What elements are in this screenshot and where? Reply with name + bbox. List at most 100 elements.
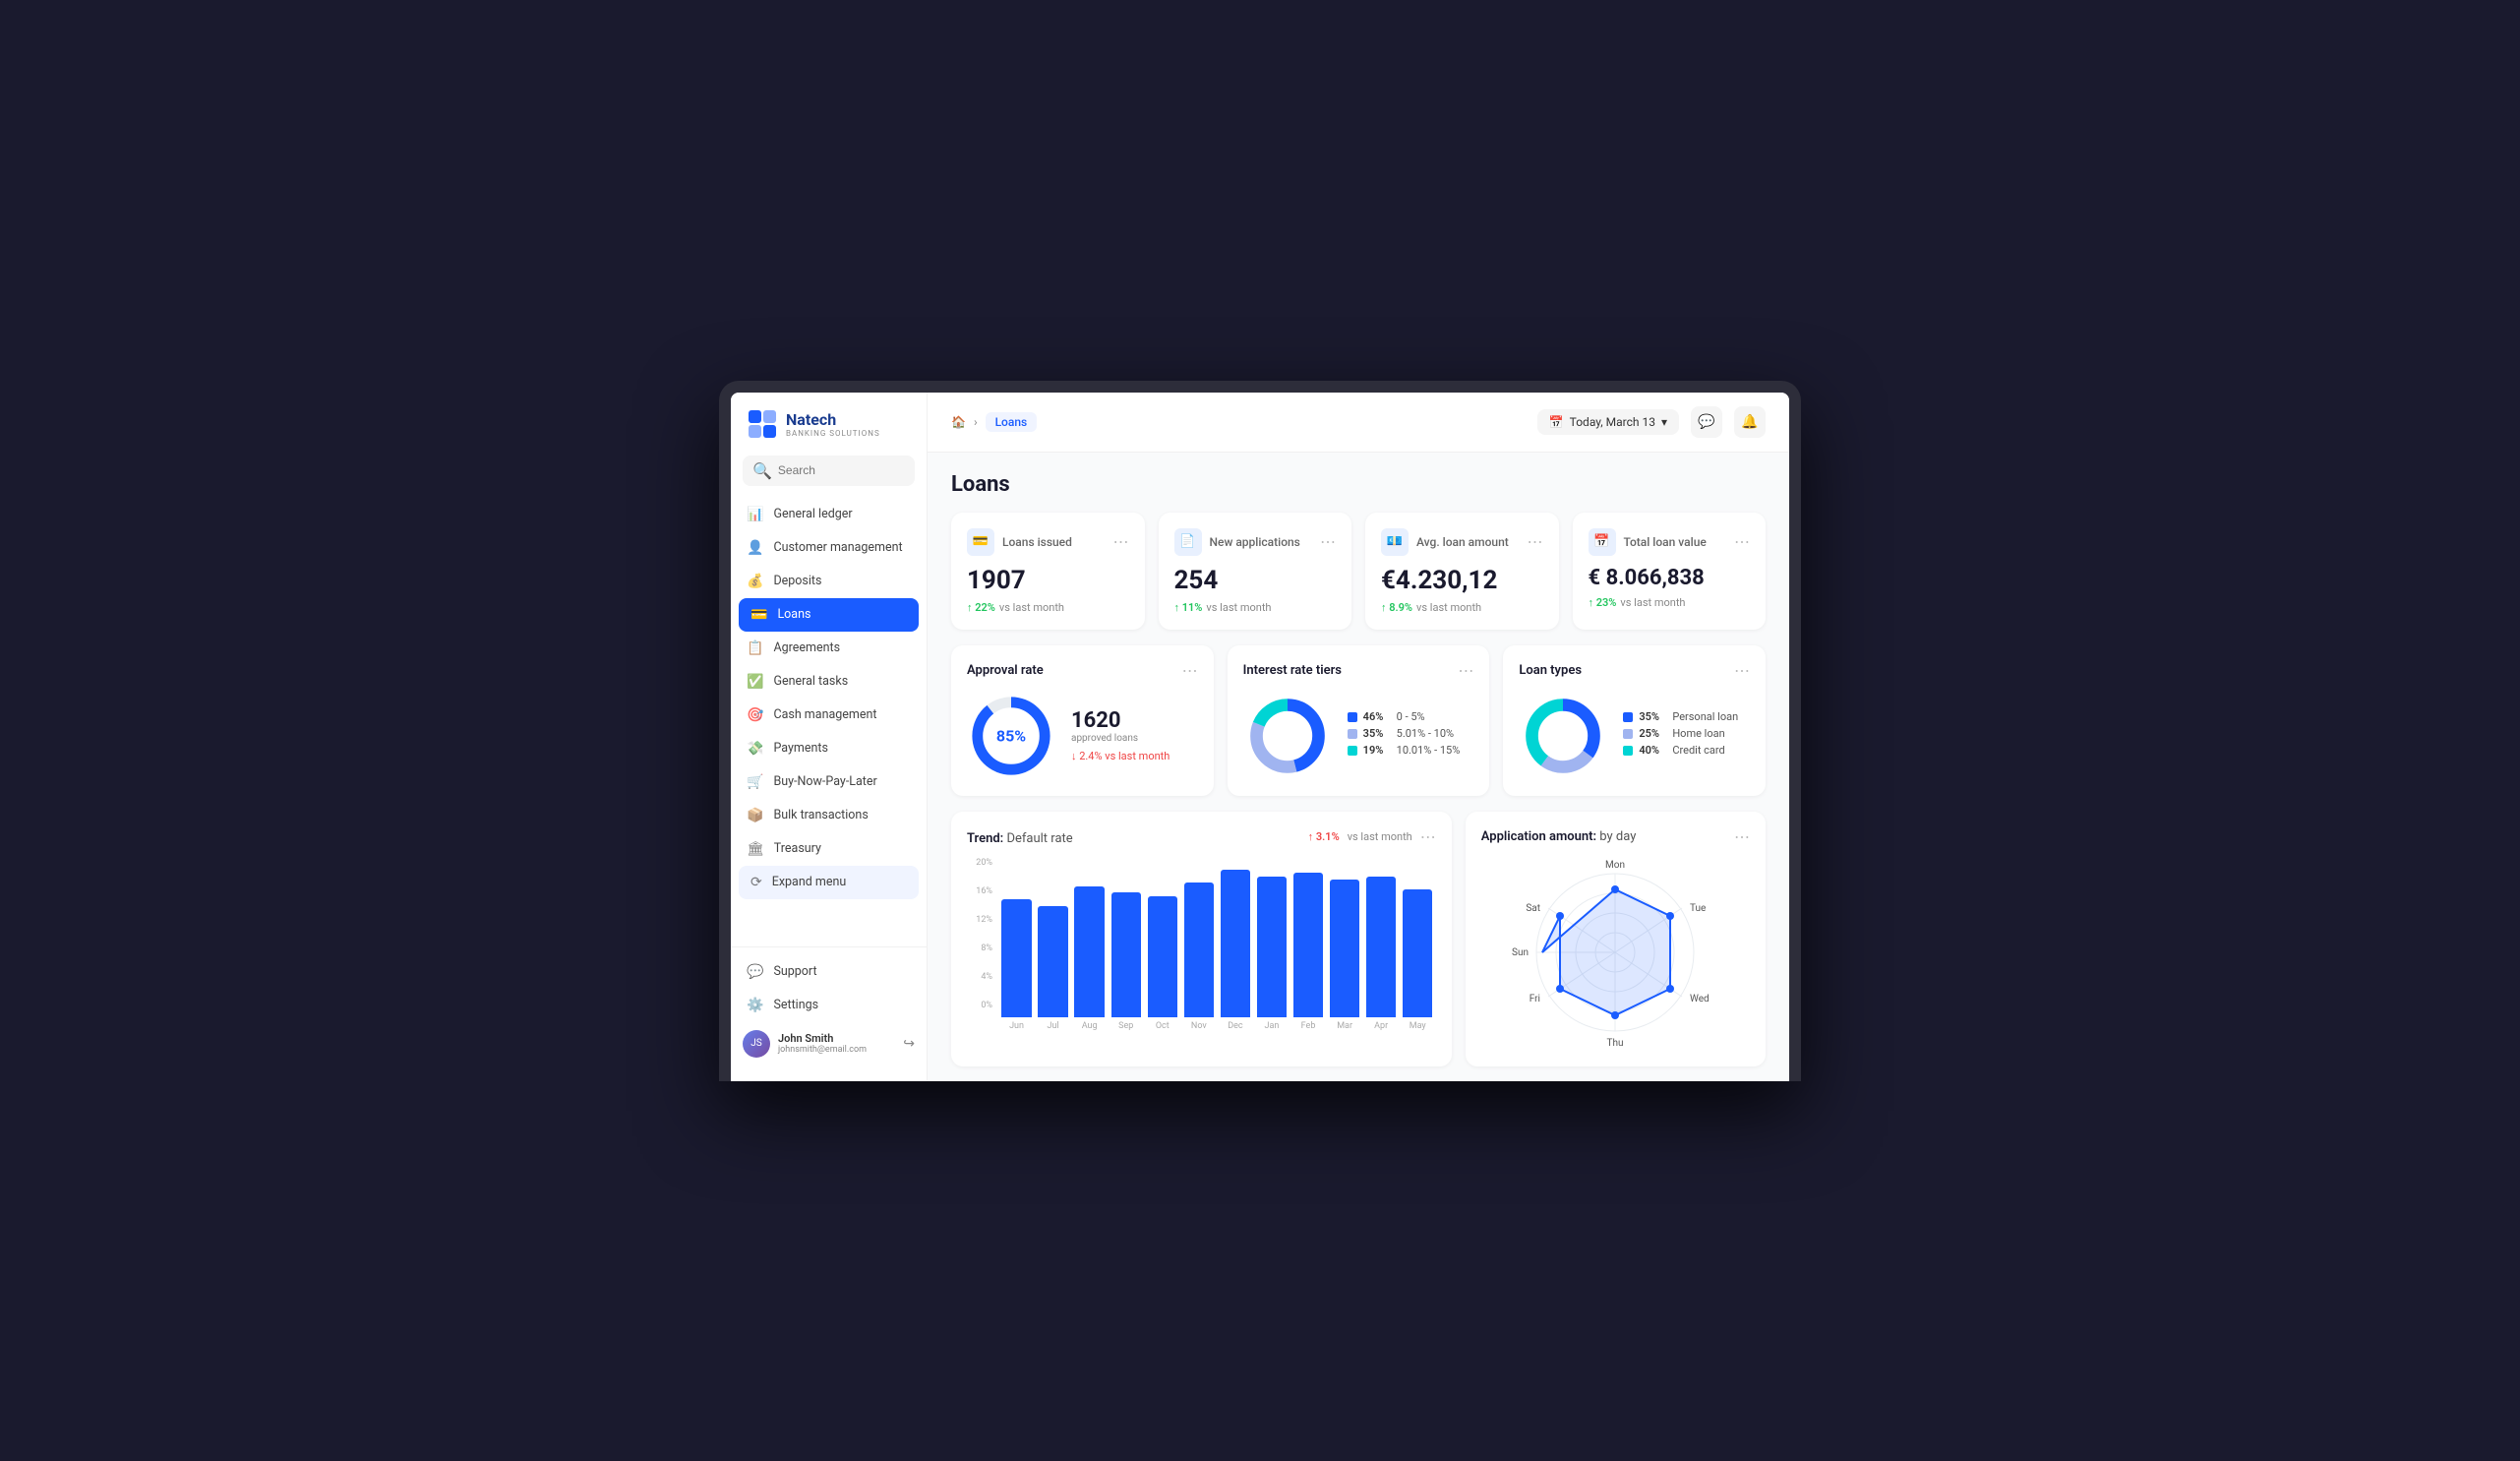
- approval-sub: approved loans: [1071, 733, 1198, 744]
- sidebar-item-label: Settings: [773, 998, 818, 1012]
- x-label: Dec: [1217, 1021, 1253, 1031]
- y-tick: 20%: [967, 858, 992, 868]
- bar: [1330, 880, 1359, 1016]
- messages-button[interactable]: 💬: [1691, 406, 1722, 438]
- x-label: Sep: [1108, 1021, 1144, 1031]
- date-pill[interactable]: 📅 Today, March 13 ▾: [1537, 409, 1679, 435]
- home-icon[interactable]: 🏠: [951, 415, 966, 429]
- sidebar-item-label: Expand menu: [772, 875, 847, 889]
- legend-label: Home loan: [1672, 727, 1724, 740]
- chart-more-button[interactable]: ⋯: [1734, 661, 1750, 680]
- metric-more-button[interactable]: ⋯: [1113, 532, 1129, 551]
- expand-menu-icon: ⟳: [750, 875, 762, 890]
- legend-label: Credit card: [1672, 744, 1724, 757]
- sidebar-item-agreements[interactable]: 📋 Agreements: [731, 632, 927, 665]
- svg-text:Tue: Tue: [1690, 903, 1706, 914]
- y-axis: 20% 16% 12% 8% 4% 0%: [967, 854, 998, 1031]
- x-label: Oct: [1144, 1021, 1180, 1031]
- bar: [1074, 886, 1104, 1017]
- notifications-button[interactable]: 🔔: [1734, 406, 1766, 438]
- bar: [1184, 883, 1214, 1016]
- sidebar-item-support[interactable]: 💬 Support: [731, 955, 927, 989]
- sidebar-item-treasury[interactable]: 🏛 Treasury: [731, 832, 927, 866]
- metric-more-button[interactable]: ⋯: [1320, 532, 1336, 551]
- legend-pct: 35%: [1363, 727, 1391, 740]
- metric-more-button[interactable]: ⋯: [1734, 532, 1750, 551]
- page-title: Loans: [951, 472, 1766, 497]
- metric-label: Total loan value: [1624, 535, 1707, 549]
- metric-value: € 8.066,838: [1589, 566, 1751, 590]
- sidebar-item-loans[interactable]: 💳 Loans: [739, 598, 919, 632]
- user-row: JS John Smith johnsmith@email.com ↪: [731, 1022, 927, 1065]
- top-bar-right: 📅 Today, March 13 ▾ 💬 🔔: [1537, 406, 1766, 438]
- treasury-icon: 🏛: [747, 841, 764, 857]
- y-tick: 12%: [967, 915, 992, 925]
- sidebar-item-label: Loans: [777, 607, 810, 622]
- trend-title-area: Trend: Default rate: [967, 827, 1073, 846]
- chart-more-button[interactable]: ⋯: [1458, 661, 1473, 680]
- sidebar-item-general-ledger[interactable]: 📊 General ledger: [731, 498, 927, 531]
- metric-icon: 💶: [1381, 528, 1409, 556]
- sidebar: Natech BANKING SOLUTIONS 🔍 📊 General led…: [731, 393, 928, 1081]
- sidebar-item-settings[interactable]: ⚙️ Settings: [731, 989, 927, 1022]
- radar-more-button[interactable]: ⋯: [1734, 827, 1750, 846]
- y-tick: 4%: [967, 972, 992, 982]
- sidebar-item-bulk-transactions[interactable]: 📦 Bulk transactions: [731, 799, 927, 832]
- sidebar-item-label: Treasury: [774, 841, 821, 856]
- sidebar-item-bnpl[interactable]: 🛒 Buy-Now-Pay-Later: [731, 765, 927, 799]
- bar: [1038, 906, 1067, 1017]
- app-name: Natech: [786, 410, 880, 429]
- main-content: 🏠 › Loans 📅 Today, March 13 ▾ 💬 🔔: [928, 393, 1789, 1081]
- general-ledger-icon: 📊: [747, 507, 763, 522]
- radar-area: Mon Tue Wed Thu Fri Sat Sun: [1481, 854, 1750, 1051]
- metric-title-row: 📄 New applications: [1174, 528, 1300, 556]
- logo-icon: [747, 408, 778, 440]
- loan-types-content: 35% Personal loan 25% Home loan: [1519, 692, 1750, 780]
- logout-icon[interactable]: ↪: [903, 1036, 915, 1052]
- metric-value: 254: [1174, 566, 1337, 595]
- general-tasks-icon: ✅: [747, 674, 763, 690]
- x-label: Jan: [1253, 1021, 1290, 1031]
- bar: [1221, 870, 1250, 1016]
- search-box[interactable]: 🔍: [743, 456, 915, 486]
- sidebar-item-expand-menu[interactable]: ⟳ Expand menu: [739, 866, 919, 899]
- date-icon: 📅: [1549, 415, 1564, 429]
- sidebar-item-customer-management[interactable]: 👤 Customer management: [731, 531, 927, 565]
- change-text: vs last month: [1416, 601, 1481, 614]
- x-label: Apr: [1363, 1021, 1400, 1031]
- nav-items: 📊 General ledger 👤 Customer management 💰…: [731, 498, 927, 946]
- x-label: Jun: [998, 1021, 1035, 1031]
- metric-label: New applications: [1210, 535, 1300, 549]
- trend-more-button[interactable]: ⋯: [1420, 827, 1436, 846]
- sidebar-item-deposits[interactable]: 💰 Deposits: [731, 565, 927, 598]
- sidebar-item-label: Customer management: [773, 540, 902, 555]
- svg-text:Mon: Mon: [1605, 860, 1625, 871]
- sidebar-item-general-tasks[interactable]: ✅ General tasks: [731, 665, 927, 699]
- change-indicator: ↑ 22%: [967, 601, 995, 614]
- settings-icon: ⚙️: [747, 998, 763, 1013]
- interest-donut: [1243, 692, 1332, 780]
- legend-dot: [1348, 746, 1357, 756]
- bar: [1293, 873, 1323, 1016]
- bottom-card-radar: Application amount: by day ⋯: [1466, 812, 1766, 1066]
- legend-pct: 19%: [1363, 744, 1391, 757]
- approval-change: ↓ 2.4% vs last month: [1071, 750, 1198, 762]
- sidebar-item-cash-management[interactable]: 🎯 Cash management: [731, 699, 927, 732]
- sidebar-item-label: Deposits: [773, 574, 821, 588]
- metric-more-button[interactable]: ⋯: [1528, 532, 1543, 551]
- sidebar-item-payments[interactable]: 💸 Payments: [731, 732, 927, 765]
- metric-card-avg-loan: 💶 Avg. loan amount ⋯ €4.230,12 ↑ 8.9% vs…: [1365, 513, 1559, 630]
- bar: [1403, 889, 1432, 1016]
- change-text: vs last month: [1206, 601, 1271, 614]
- search-input[interactable]: [778, 463, 905, 477]
- breadcrumb: 🏠 › Loans: [951, 412, 1037, 432]
- legend-item: 35% 5.01% - 10%: [1348, 727, 1461, 740]
- bnpl-icon: 🛒: [747, 774, 763, 790]
- chart-header: Loan types ⋯: [1519, 661, 1750, 680]
- metric-header: 📅 Total loan value ⋯: [1589, 528, 1751, 556]
- legend-label: 5.01% - 10%: [1397, 727, 1454, 740]
- radar-title: Application amount: by day: [1481, 829, 1637, 844]
- legend-item: 46% 0 - 5%: [1348, 710, 1461, 723]
- chart-more-button[interactable]: ⋯: [1182, 661, 1198, 680]
- donut-container: 85%: [967, 692, 1055, 780]
